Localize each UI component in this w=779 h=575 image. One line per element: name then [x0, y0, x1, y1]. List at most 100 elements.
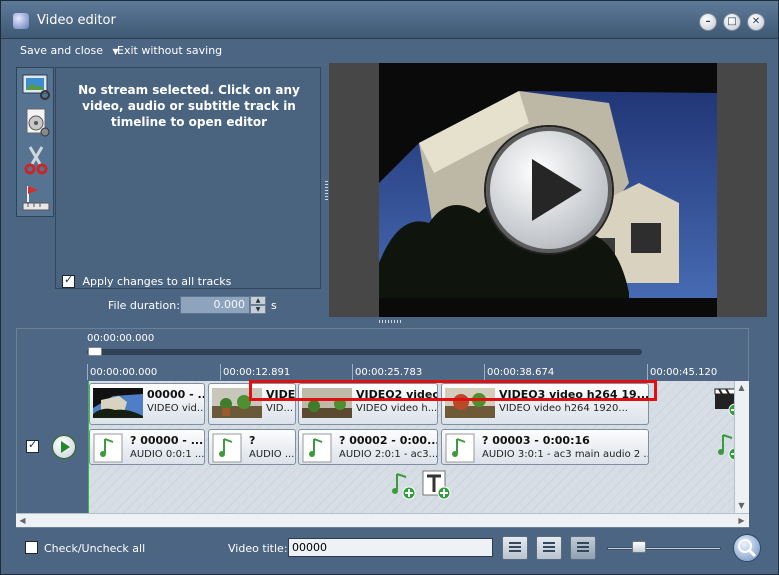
- clip-title: ? 00000 - ...: [130, 434, 204, 447]
- add-audio-track-button[interactable]: [387, 470, 417, 500]
- check-all-checkbox[interactable]: [25, 541, 38, 554]
- play-icon: [532, 159, 582, 221]
- audio-clip[interactable]: ? AUDIO ...: [208, 429, 296, 465]
- close-button[interactable]: ✕: [747, 13, 765, 31]
- clip-info: VIDEO video h264 1920...: [499, 403, 628, 414]
- video-preview-area: [329, 63, 767, 317]
- timeline-vertical-scrollbar[interactable]: ▲ ▼: [734, 381, 749, 513]
- scroll-down-icon[interactable]: ▼: [735, 499, 748, 512]
- maximize-button[interactable]: □: [723, 13, 741, 31]
- scissors-icon[interactable]: [20, 144, 52, 176]
- clip-info: AUDIO 2:0:1 - ac3...: [339, 449, 438, 460]
- apply-all-checkbox[interactable]: [62, 273, 75, 288]
- zoom-slider-handle[interactable]: [632, 541, 646, 553]
- scrub-handle[interactable]: [88, 347, 102, 356]
- track-play-button[interactable]: [52, 435, 76, 459]
- duration-unit: s: [271, 299, 277, 312]
- clip-title: ? 00002 - 0:00...: [339, 434, 438, 447]
- ruler-tick: [220, 364, 221, 380]
- timeline-horizontal-scrollbar[interactable]: ◀ ▶: [16, 513, 749, 527]
- ruler-tick: [352, 364, 353, 380]
- audio-clip[interactable]: ? 00000 - ... AUDIO 0:0:1 ...: [89, 429, 205, 465]
- disc-settings-icon[interactable]: [20, 106, 52, 138]
- video-preview-icon[interactable]: [20, 70, 52, 102]
- timeline-panel: 00:00:00.000 00:00:00.000 00:00:12.891 0…: [16, 328, 749, 528]
- clip-info: AUDIO 3:0:1 - ac3 main audio 2 ...: [482, 449, 649, 460]
- timeline-header: 00:00:00.000 00:00:00.000 00:00:12.891 0…: [17, 329, 748, 381]
- ruler-tick: [647, 364, 648, 380]
- ruler-label: 00:00:12.891: [223, 367, 291, 378]
- video-frame: [379, 63, 717, 317]
- clip-thumbnail: [93, 388, 143, 418]
- app-icon: [13, 13, 29, 29]
- clip-info: VID...: [266, 403, 294, 414]
- audio-note-icon: [212, 433, 242, 463]
- add-subtitle-button[interactable]: [422, 470, 452, 500]
- ruler-label: 00:00:45.120: [650, 367, 718, 378]
- clip-title: 00000 - ...: [147, 388, 205, 401]
- play-icon: [61, 441, 70, 453]
- magnifier-icon: [738, 539, 757, 558]
- spin-down-icon[interactable]: ▼: [250, 305, 266, 314]
- audio-clip[interactable]: ? 00003 - 0:00:16 AUDIO 3:0:1 - ac3 main…: [441, 429, 649, 465]
- audio-note-icon: [445, 433, 475, 463]
- selection-highlight: [249, 380, 657, 401]
- title-bar: Video editor – □ ✕: [1, 1, 778, 39]
- exit-without-saving-menu[interactable]: Exit without saving: [117, 44, 222, 57]
- clip-info: AUDIO ...: [249, 449, 295, 460]
- window-title: Video editor: [37, 13, 116, 28]
- scroll-left-icon[interactable]: ◀: [16, 514, 29, 527]
- scrub-track[interactable]: [87, 349, 642, 355]
- vertical-splitter[interactable]: [325, 181, 328, 201]
- clip-title: ?: [249, 434, 256, 447]
- audio-clip[interactable]: ? 00002 - 0:00... AUDIO 2:0:1 - ac3...: [298, 429, 438, 465]
- ruler-tick: [87, 364, 88, 380]
- list-view-icon: [543, 542, 555, 554]
- track-area: 00000 - ... VIDEO vid... VIDE0 video... …: [88, 381, 748, 527]
- bottom-toolbar: Check/Uncheck all Video title: 00000: [15, 534, 767, 564]
- file-duration-label: File duration:: [108, 299, 180, 312]
- ruler-label: 00:00:00.000: [90, 367, 158, 378]
- audio-note-icon: [302, 433, 332, 463]
- video-clip[interactable]: 00000 - ... VIDEO vid...: [89, 383, 205, 425]
- current-time: 00:00:00.000: [87, 333, 155, 344]
- audio-note-icon: [93, 433, 123, 463]
- scroll-up-icon[interactable]: ▲: [735, 381, 748, 394]
- video-title-label: Video title:: [228, 542, 288, 555]
- track-controls: [17, 381, 88, 527]
- spin-up-icon[interactable]: ▲: [250, 296, 266, 305]
- add-text-icon: [422, 470, 451, 500]
- clip-info: VIDEO vid...: [147, 403, 205, 414]
- ruler-label: 00:00:38.674: [487, 367, 555, 378]
- list-view-icon: [577, 542, 589, 554]
- file-duration-input[interactable]: 0.000: [180, 296, 250, 314]
- scroll-right-icon[interactable]: ▶: [735, 514, 748, 527]
- ruler-tick: [484, 364, 485, 380]
- chapter-marker-icon[interactable]: [20, 182, 52, 214]
- video-editor-window: Video editor – □ ✕ Save and close ▼ Exit…: [0, 0, 779, 575]
- ruler-label: 00:00:25.783: [355, 367, 423, 378]
- minimize-button[interactable]: –: [699, 13, 717, 31]
- save-and-close-label: Save and close: [20, 44, 104, 57]
- no-stream-message: No stream selected. Click on any video, …: [78, 83, 300, 129]
- zoom-button[interactable]: [733, 534, 761, 562]
- apply-all-row: Apply changes to all tracks: [62, 273, 232, 288]
- view-compact-button[interactable]: [502, 536, 528, 560]
- save-and-close-menu[interactable]: Save and close ▼: [20, 44, 119, 57]
- duration-spinner[interactable]: ▲ ▼: [250, 296, 266, 314]
- clip-info: AUDIO 0:0:1 ...: [130, 449, 205, 460]
- stream-editor-panel: No stream selected. Click on any video, …: [55, 67, 321, 289]
- video-title-input[interactable]: 00000: [288, 538, 493, 557]
- add-audio-icon: [392, 473, 416, 500]
- check-all-label: Check/Uncheck all: [44, 542, 146, 555]
- view-large-button[interactable]: [570, 536, 596, 560]
- play-overlay-button[interactable]: [486, 127, 612, 253]
- zoom-slider-track[interactable]: [607, 547, 721, 550]
- view-medium-button[interactable]: [536, 536, 562, 560]
- horizontal-splitter[interactable]: [379, 320, 401, 323]
- track-checkbox[interactable]: [26, 438, 39, 453]
- menu-bar: Save and close ▼ Exit without saving: [15, 40, 766, 62]
- editor-tool-strip: [16, 67, 54, 217]
- apply-all-label: Apply changes to all tracks: [82, 274, 232, 288]
- clip-info: VIDEO video h...: [356, 403, 438, 414]
